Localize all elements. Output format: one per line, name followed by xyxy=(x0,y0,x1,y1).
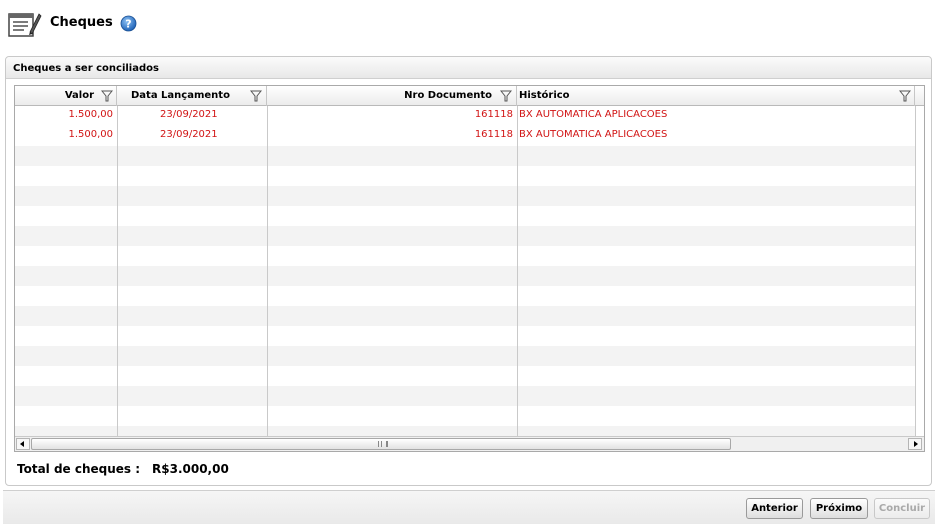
column-divider xyxy=(117,106,118,436)
panel-title: Cheques a ser conciliados xyxy=(13,63,159,74)
horizontal-scrollbar[interactable] xyxy=(15,436,924,451)
page-header: Cheques ? xyxy=(8,10,308,38)
cell-valor: 1.500,00 xyxy=(68,129,113,140)
empty-row xyxy=(15,266,915,286)
cell-nro-documento: 161118 xyxy=(474,109,513,120)
cell-data-lancamento: 23/09/2021 xyxy=(160,129,218,140)
cell-nro-documento: 161118 xyxy=(474,129,513,140)
filter-icon[interactable] xyxy=(500,90,512,102)
column-label-historico: Histórico xyxy=(519,90,570,101)
help-icon[interactable]: ? xyxy=(120,15,137,32)
empty-row xyxy=(15,326,915,346)
empty-row xyxy=(15,346,915,366)
scroll-right-button[interactable] xyxy=(908,438,922,450)
scroll-left-icon xyxy=(20,441,24,447)
scrollbar-thumb[interactable] xyxy=(31,438,731,450)
panel-header: Cheques a ser conciliados xyxy=(6,57,931,79)
scrollbar-grip xyxy=(378,441,388,447)
empty-row xyxy=(15,206,915,226)
document-edit-icon xyxy=(8,13,42,37)
empty-row xyxy=(15,246,915,266)
column-header-nro-documento[interactable]: Nro Documento xyxy=(267,86,517,106)
total-value: R$3.000,00 xyxy=(152,462,229,476)
column-header-valor[interactable]: Valor xyxy=(15,86,117,106)
column-label-data-lancamento: Data Lançamento xyxy=(131,90,230,101)
cell-valor: 1.500,00 xyxy=(68,109,113,120)
table-row[interactable]: 1.500,00 23/09/2021 161118 BX AUTOMATICA… xyxy=(15,126,915,146)
column-header-data-lancamento[interactable]: Data Lançamento xyxy=(117,86,267,106)
total-label: Total de cheques : xyxy=(17,462,141,476)
empty-row xyxy=(15,186,915,206)
grid-body: 1.500,00 23/09/2021 161118 BX AUTOMATICA… xyxy=(15,106,915,446)
cell-historico: BX AUTOMATICA APLICACOES xyxy=(519,129,668,140)
finish-button[interactable]: Concluir xyxy=(874,498,930,519)
column-divider xyxy=(915,106,916,436)
page-title: Cheques xyxy=(50,15,113,30)
filter-icon[interactable] xyxy=(250,90,262,102)
filter-icon[interactable] xyxy=(101,90,113,102)
empty-row xyxy=(15,286,915,306)
cheques-grid: Valor Data Lançamento Nro Documento Hist… xyxy=(14,85,925,452)
empty-row xyxy=(15,386,915,406)
empty-row xyxy=(15,166,915,186)
next-button[interactable]: Próximo xyxy=(810,498,868,519)
footer-toolbar: Anterior Próximo Concluir xyxy=(3,490,935,524)
empty-row xyxy=(15,226,915,246)
filter-icon[interactable] xyxy=(899,90,911,102)
svg-text:?: ? xyxy=(125,18,131,31)
cheques-panel: Cheques a ser conciliados Valor Data Lan… xyxy=(5,56,932,486)
empty-row xyxy=(15,146,915,166)
cell-historico: BX AUTOMATICA APLICACOES xyxy=(519,109,668,120)
scroll-right-icon xyxy=(914,441,918,447)
column-header-historico[interactable]: Histórico xyxy=(517,86,915,106)
column-label-nro-documento: Nro Documento xyxy=(404,90,492,101)
empty-row xyxy=(15,306,915,326)
empty-row xyxy=(15,366,915,386)
scroll-left-button[interactable] xyxy=(16,438,30,450)
table-row[interactable]: 1.500,00 23/09/2021 161118 BX AUTOMATICA… xyxy=(15,106,915,126)
previous-button[interactable]: Anterior xyxy=(746,498,803,519)
grid-header: Valor Data Lançamento Nro Documento Hist… xyxy=(15,86,924,106)
column-divider xyxy=(517,106,518,436)
column-label-valor: Valor xyxy=(64,90,94,101)
cell-data-lancamento: 23/09/2021 xyxy=(160,109,218,120)
empty-row xyxy=(15,406,915,426)
column-divider xyxy=(267,106,268,436)
